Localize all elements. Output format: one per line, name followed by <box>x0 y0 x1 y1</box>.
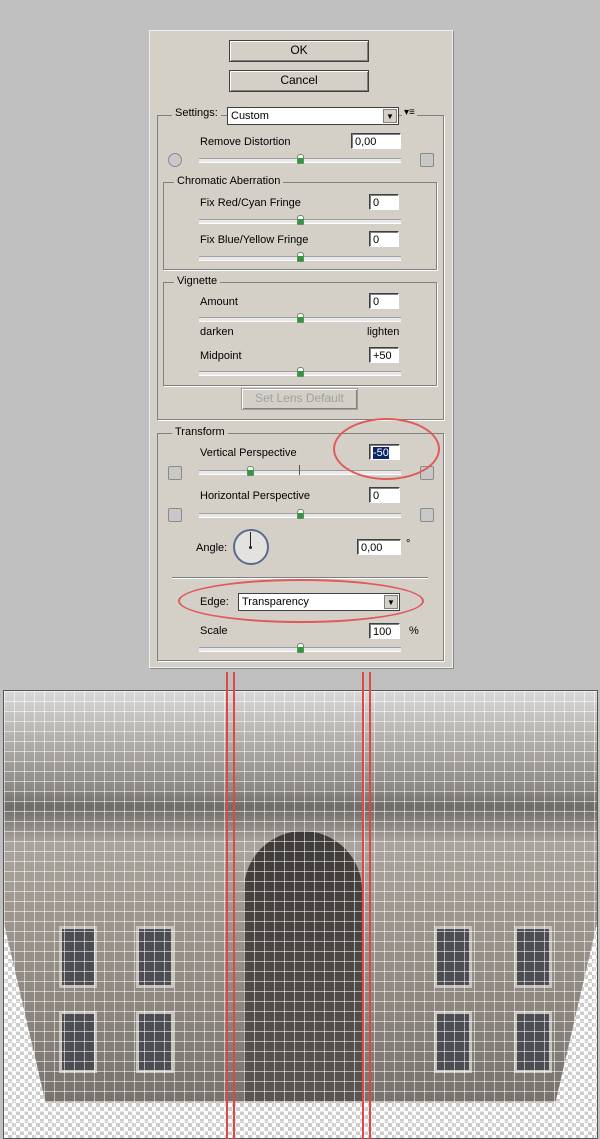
darken-label: darken <box>200 326 234 338</box>
scale-input[interactable]: 100 <box>369 623 400 639</box>
degree-unit: ° <box>406 538 411 550</box>
settings-group: Settings: Custom ▼ ▾≡ Remove Distortion 0… <box>157 107 444 420</box>
vertical-perspective-down-icon <box>168 466 182 480</box>
settings-value: Custom <box>231 110 269 122</box>
lens-correction-panel: OK Cancel Settings: Custom ▼ ▾≡ Remove Di… <box>149 30 453 668</box>
settings-dropdown[interactable]: Custom ▼ <box>227 107 399 125</box>
slider-thumb[interactable] <box>297 313 304 323</box>
red-cyan-input[interactable]: 0 <box>369 194 399 210</box>
chromatic-aberration-group: Chromatic Aberration Fix Red/Cyan Fringe… <box>163 175 437 270</box>
ok-button[interactable]: OK <box>229 40 369 62</box>
remove-distortion-slider[interactable] <box>199 154 401 164</box>
grid-overlay <box>4 691 597 1138</box>
slider-thumb[interactable] <box>246 466 254 476</box>
slider-thumb[interactable] <box>297 509 304 519</box>
vertical-perspective-label: Vertical Perspective <box>200 447 297 459</box>
remove-distortion-input[interactable]: 0,00 <box>351 133 401 149</box>
horizontal-perspective-slider[interactable] <box>199 509 401 519</box>
percent-unit: % <box>409 625 419 637</box>
horizontal-perspective-label: Horizontal Perspective <box>200 490 311 502</box>
red-cyan-label: Fix Red/Cyan Fringe <box>200 197 301 209</box>
amount-input[interactable]: 0 <box>369 293 399 309</box>
midpoint-label: Midpoint <box>200 350 242 362</box>
red-cyan-slider[interactable] <box>199 215 401 225</box>
blue-yellow-label: Fix Blue/Yellow Fringe <box>200 234 309 246</box>
slider-thumb[interactable] <box>297 252 304 262</box>
slider-thumb[interactable] <box>297 154 304 164</box>
slider-thumb[interactable] <box>297 215 304 225</box>
amount-slider[interactable] <box>199 313 401 323</box>
annotation-ellipse <box>333 418 440 480</box>
scale-slider[interactable] <box>199 643 401 653</box>
image-preview[interactable] <box>3 690 598 1139</box>
flyout-menu-icon[interactable]: ▾≡ <box>402 107 417 118</box>
chevron-down-icon: ▼ <box>383 109 397 123</box>
chromatic-aberration-title: Chromatic Aberration <box>174 175 284 187</box>
guide-line-annotation <box>226 672 235 1139</box>
slider-thumb[interactable] <box>297 367 304 377</box>
vignette-group: Vignette Amount 0 darken lighten Midpoin… <box>163 275 437 386</box>
barrel-distortion-icon <box>168 153 182 167</box>
remove-distortion-label: Remove Distortion <box>200 136 291 148</box>
angle-input[interactable]: 0,00 <box>357 539 401 555</box>
set-lens-default-button[interactable]: Set Lens Default <box>241 388 358 410</box>
horizontal-perspective-right-icon <box>420 508 434 522</box>
blue-yellow-slider[interactable] <box>199 252 401 262</box>
annotation-ellipse <box>178 579 424 623</box>
blue-yellow-input[interactable]: 0 <box>369 231 399 247</box>
horizontal-perspective-left-icon <box>168 508 182 522</box>
transform-title: Transform <box>172 426 228 438</box>
midpoint-input[interactable]: +50 <box>369 347 399 363</box>
scale-label: Scale <box>200 625 228 637</box>
midpoint-slider[interactable] <box>199 367 401 377</box>
lighten-label: lighten <box>367 326 400 338</box>
horizontal-perspective-input[interactable]: 0 <box>369 487 400 503</box>
angle-dial[interactable] <box>233 529 269 565</box>
slider-thumb[interactable] <box>297 643 304 653</box>
angle-label: Angle: <box>196 542 228 554</box>
settings-label: Settings: <box>172 107 221 119</box>
pincushion-distortion-icon <box>420 153 434 167</box>
amount-label: Amount <box>200 296 238 308</box>
vignette-title: Vignette <box>174 275 221 287</box>
cancel-button[interactable]: Cancel <box>229 70 369 92</box>
guide-line-annotation <box>362 672 371 1139</box>
